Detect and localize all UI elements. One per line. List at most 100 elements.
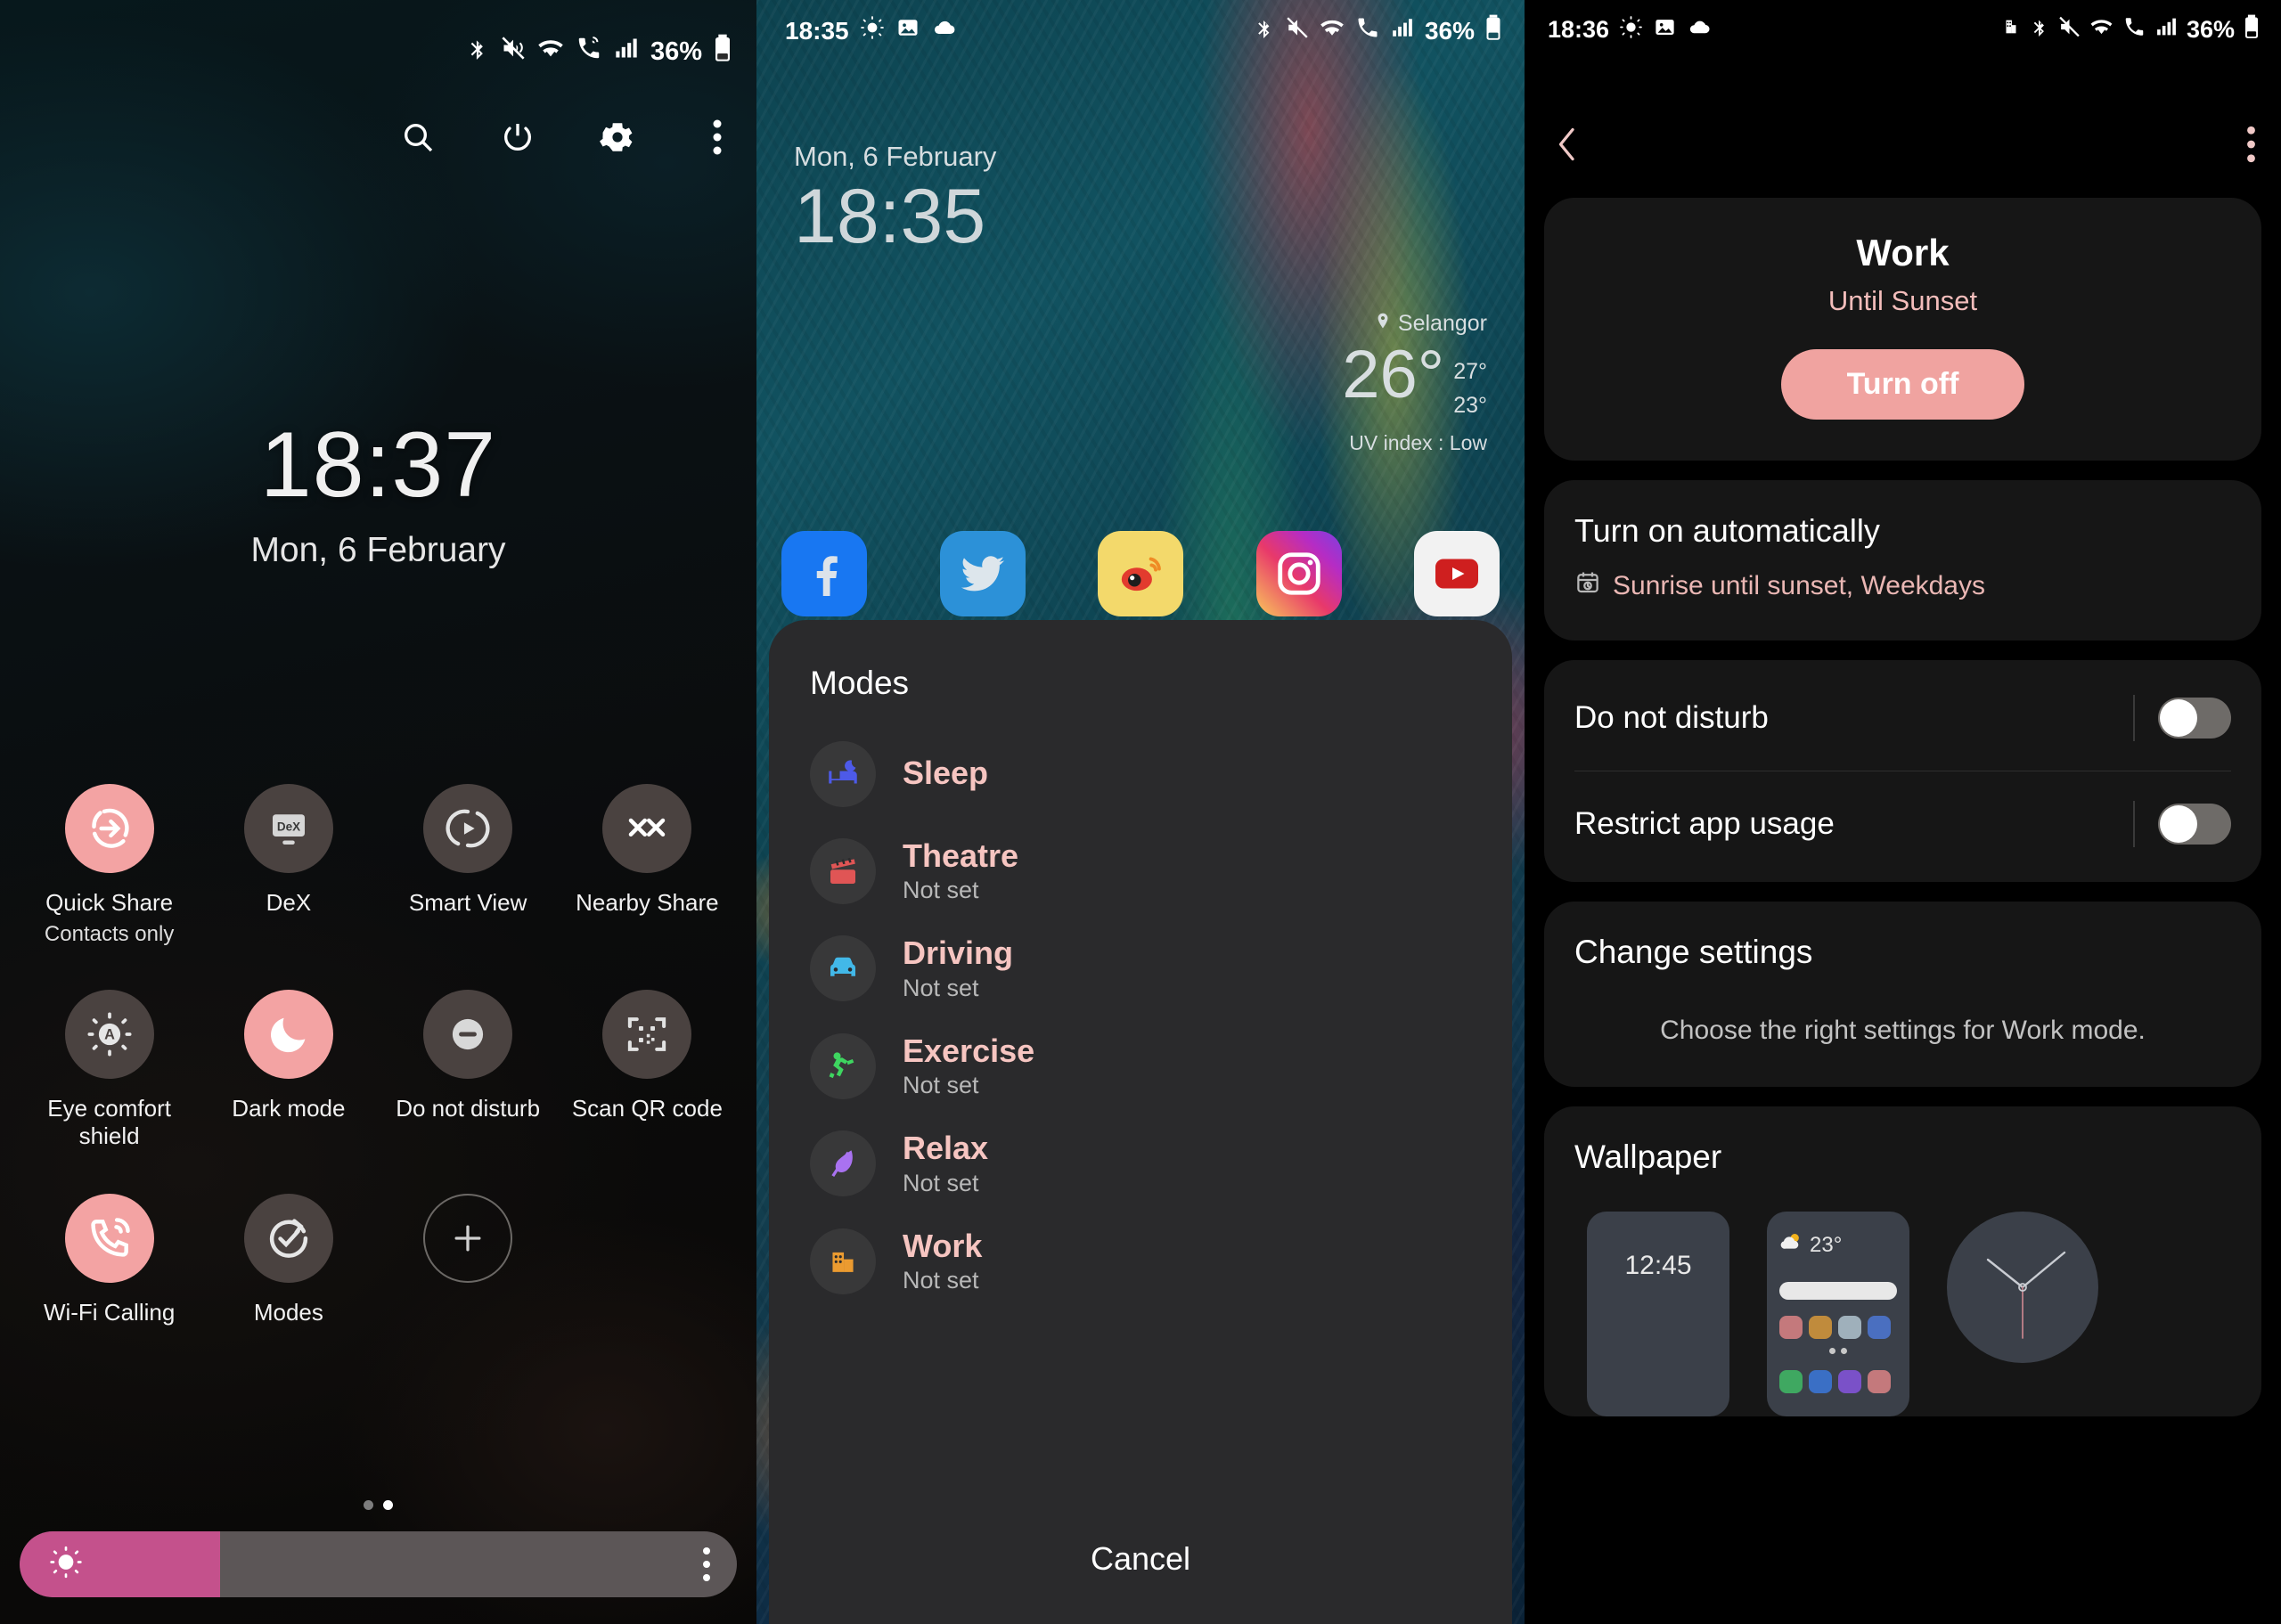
preview-lock-time: 12:45 — [1624, 1251, 1692, 1280]
quick-settings-actions — [398, 118, 737, 157]
instagram-app-icon[interactable] — [1255, 531, 1342, 616]
mode-item-driving[interactable]: Driving Not set — [810, 934, 1471, 1002]
preview-app-row-1 — [1779, 1316, 1897, 1339]
dex-icon: DeX — [243, 784, 333, 873]
mode-status: Not set — [903, 974, 979, 1001]
back-icon[interactable] — [1551, 123, 1583, 170]
wifi-icon — [537, 35, 564, 69]
weather-location: Selangor — [1397, 311, 1487, 336]
change-settings-title: Change settings — [1574, 934, 1813, 970]
mute-vibrate-icon — [2058, 15, 2081, 45]
image-icon — [1653, 15, 1677, 45]
relax-leaf-icon — [810, 1130, 876, 1197]
preview-temp: 23° — [1810, 1232, 1843, 1257]
youtube-app-icon[interactable] — [1414, 531, 1500, 616]
weather-current-temp: 26° — [1342, 337, 1445, 412]
signal-icon — [2155, 15, 2178, 45]
lock-clock: 18:37 Mon, 6 February — [0, 419, 756, 570]
preview-page-dots — [1779, 1348, 1897, 1354]
page-dot-2[interactable] — [383, 1500, 393, 1510]
toggle-row-restrict-app-usage[interactable]: Restrict app usage — [1574, 771, 2231, 877]
weather-widget[interactable]: Selangor 26° 27° 23° UV index : Low — [1342, 310, 1487, 455]
home-date: Mon, 6 February — [794, 141, 997, 172]
change-settings-card[interactable]: Change settings Choose the right setting… — [1544, 902, 2261, 1087]
bluetooth-icon — [2030, 15, 2049, 45]
tile-quick-share[interactable]: Quick Share Contacts only — [20, 784, 199, 947]
tile-eye-comfort-shield[interactable]: A Eye comfort shield — [20, 989, 199, 1151]
gear-icon[interactable] — [598, 118, 637, 157]
home-clock-widget[interactable]: Mon, 6 February 18:35 — [794, 141, 996, 257]
mode-status: Not set — [903, 1072, 979, 1099]
preview-search-bar — [1779, 1282, 1897, 1300]
restrict-app-usage-switch[interactable] — [2158, 804, 2231, 845]
tile-modes[interactable]: Modes — [199, 1194, 378, 1327]
power-icon[interactable] — [498, 118, 537, 157]
svg-text:A: A — [104, 1026, 115, 1042]
wallpaper-previews: 12:45 23° — [1574, 1212, 2231, 1416]
tile-scan-qr-code[interactable]: Scan QR code — [558, 989, 737, 1151]
watch-face-preview[interactable] — [1947, 1212, 2098, 1363]
calendar-clock-icon — [1574, 569, 1601, 603]
sun-icon — [1619, 15, 1643, 45]
battery-percent-label: 36% — [2186, 16, 2235, 43]
partly-cloudy-icon — [1779, 1231, 1804, 1259]
battery-icon — [1485, 14, 1501, 47]
quick-settings-tiles: Quick Share Contacts only DeX DeX Smart … — [0, 784, 756, 1327]
mode-item-work[interactable]: Work Not set — [810, 1228, 1471, 1294]
tile-smart-view[interactable]: Smart View — [379, 784, 558, 947]
tile-label: Smart View — [408, 889, 527, 916]
image-icon — [895, 15, 920, 46]
toggle-label: Do not disturb — [1574, 700, 1769, 735]
do-not-disturb-switch[interactable] — [2158, 698, 2231, 739]
auto-value-row: Sunrise until sunset, Weekdays — [1574, 569, 2231, 603]
clock-time: 18:37 — [259, 413, 497, 517]
app-dock — [781, 531, 1500, 616]
tile-row-3: Wi-Fi Calling Modes — [20, 1194, 737, 1327]
mode-name: Work — [903, 1227, 983, 1264]
smart-view-icon — [423, 784, 513, 873]
mode-name: Sleep — [903, 754, 989, 791]
tile-dark-mode[interactable]: Dark mode — [199, 989, 378, 1151]
tile-nearby-share[interactable]: Nearby Share — [558, 784, 737, 947]
home-screen-modes-panel: 18:35 36% Mon, 6 February 18:35 Selangor… — [756, 0, 1525, 1624]
more-options-icon[interactable] — [698, 118, 737, 157]
weibo-app-icon[interactable] — [1098, 531, 1183, 616]
turn-on-automatically-card[interactable]: Turn on automatically Sunrise until suns… — [1544, 480, 2261, 641]
toggle-row-do-not-disturb[interactable]: Do not disturb — [1574, 665, 2231, 771]
turn-off-button[interactable]: Turn off — [1780, 349, 2025, 420]
page-dot-1[interactable] — [364, 1500, 373, 1510]
mode-item-sleep[interactable]: Sleep — [810, 741, 1471, 807]
exercise-runner-icon — [810, 1032, 876, 1099]
weather-location-row: Selangor — [1342, 310, 1487, 338]
modes-list: Sleep Theatre Not set Driving Not set Ex… — [810, 741, 1471, 1294]
modes-dialog: Modes Sleep Theatre Not set Driving Not … — [769, 620, 1512, 1624]
driving-car-icon — [810, 935, 876, 1002]
tile-label: Do not disturb — [396, 1094, 541, 1122]
theatre-clapper-icon — [810, 837, 876, 904]
tile-dex[interactable]: DeX DeX — [199, 784, 378, 947]
quick-settings-panel: 36% 18:37 Mon, 6 February Quick Share Co… — [0, 0, 756, 1624]
divider — [2133, 801, 2135, 847]
brightness-slider[interactable] — [20, 1531, 737, 1597]
home-screen-preview[interactable]: 23° — [1767, 1212, 1909, 1416]
mode-item-relax[interactable]: Relax Not set — [810, 1130, 1471, 1197]
lock-screen-preview[interactable]: 12:45 — [1587, 1212, 1729, 1416]
mode-name: Exercise — [903, 1032, 1035, 1069]
tile-add[interactable] — [379, 1194, 558, 1327]
brightness-more-icon[interactable] — [703, 1547, 710, 1581]
facebook-app-icon[interactable] — [781, 531, 867, 616]
switch-knob — [2160, 699, 2197, 737]
mode-item-theatre[interactable]: Theatre Not set — [810, 837, 1471, 904]
tile-wifi-calling[interactable]: Wi-Fi Calling — [20, 1194, 199, 1327]
mode-item-exercise[interactable]: Exercise Not set — [810, 1032, 1471, 1099]
twitter-app-icon[interactable] — [939, 531, 1026, 616]
cancel-button[interactable]: Cancel — [769, 1540, 1512, 1578]
more-options-icon[interactable] — [2246, 125, 2256, 168]
svg-text:DeX: DeX — [277, 820, 300, 834]
tile-label: DeX — [266, 889, 312, 916]
search-icon[interactable] — [398, 118, 437, 157]
wallpaper-card[interactable]: Wallpaper 12:45 23° — [1544, 1106, 2261, 1416]
change-settings-desc: Choose the right settings for Work mode. — [1660, 1016, 2146, 1045]
eye-comfort-icon: A — [64, 989, 154, 1079]
tile-do-not-disturb[interactable]: Do not disturb — [379, 989, 558, 1151]
